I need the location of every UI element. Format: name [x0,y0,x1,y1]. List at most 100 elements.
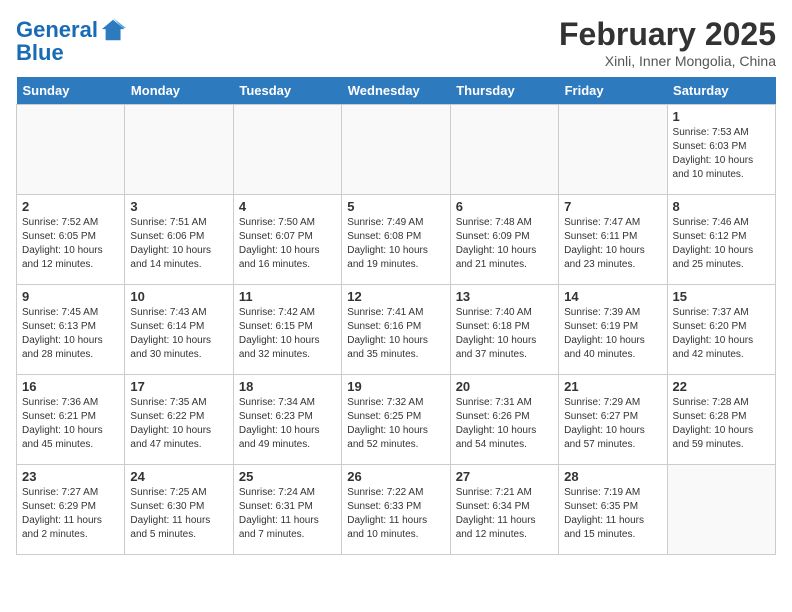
day-number: 5 [347,199,444,214]
weekday-header: Sunday [17,77,125,105]
day-number: 27 [456,469,553,484]
calendar-cell: 16Sunrise: 7:36 AM Sunset: 6:21 PM Dayli… [17,375,125,465]
day-number: 12 [347,289,444,304]
day-info: Sunrise: 7:32 AM Sunset: 6:25 PM Dayligh… [347,396,444,452]
day-info: Sunrise: 7:49 AM Sunset: 6:08 PM Dayligh… [347,216,444,272]
weekday-header: Tuesday [233,77,341,105]
logo-text: General [16,18,98,42]
day-number: 21 [564,379,661,394]
day-number: 25 [239,469,336,484]
day-number: 9 [22,289,119,304]
day-info: Sunrise: 7:28 AM Sunset: 6:28 PM Dayligh… [673,396,770,452]
calendar-cell: 11 Sunrise: 7:42 AM Sunset: 6:15 PM Dayli… [233,285,341,375]
calendar-cell [667,465,775,555]
day-info: Sunrise: 7:40 AM Sunset: 6:18 PM Dayligh… [456,306,553,362]
calendar-cell: 6 Sunrise: 7:48 AM Sunset: 6:09 PM Daylig… [450,195,558,285]
day-number: 22 [673,379,770,394]
day-info: Sunrise: 7:48 AM Sunset: 6:09 PM Dayligh… [456,216,553,272]
calendar-cell: 27 Sunrise: 7:21 AM Sunset: 6:34 PM Dayli… [450,465,558,555]
calendar-cell: 4 Sunrise: 7:50 AM Sunset: 6:07 PM Daylig… [233,195,341,285]
calendar-cell: 25Sunrise: 7:24 AM Sunset: 6:31 PM Dayli… [233,465,341,555]
day-number: 15 [673,289,770,304]
location: Xinli, Inner Mongolia, China [559,53,776,69]
day-number: 14 [564,289,661,304]
day-info: Sunrise: 7:25 AM Sunset: 6:30 PM Dayligh… [130,486,227,542]
calendar-cell: 9 Sunrise: 7:45 AM Sunset: 6:13 PM Daylig… [17,285,125,375]
day-number: 1 [673,109,770,124]
calendar-cell: 3 Sunrise: 7:51 AM Sunset: 6:06 PM Daylig… [125,195,233,285]
calendar-cell: 23 Sunrise: 7:27 AM Sunset: 6:29 PM Dayli… [17,465,125,555]
day-info: Sunrise: 7:43 AM Sunset: 6:14 PM Dayligh… [130,306,227,362]
day-number: 13 [456,289,553,304]
day-info: Sunrise: 7:21 AM Sunset: 6:34 PM Dayligh… [456,486,553,542]
calendar-cell: 22 Sunrise: 7:28 AM Sunset: 6:28 PM Dayli… [667,375,775,465]
day-info: Sunrise: 7:36 AM Sunset: 6:21 PM Dayligh… [22,396,119,452]
calendar-cell [342,105,450,195]
logo: General Blue [16,16,128,66]
calendar-cell: 28 Sunrise: 7:19 AM Sunset: 6:35 PM Dayli… [559,465,667,555]
logo-icon [100,16,128,44]
calendar-cell: 17 Sunrise: 7:35 AM Sunset: 6:22 PM Dayli… [125,375,233,465]
day-number: 3 [130,199,227,214]
calendar-cell [450,105,558,195]
day-number: 10 [130,289,227,304]
calendar-cell [125,105,233,195]
day-info: Sunrise: 7:50 AM Sunset: 6:07 PM Dayligh… [239,216,336,272]
calendar-cell: 15 Sunrise: 7:37 AM Sunset: 6:20 PM Dayli… [667,285,775,375]
weekday-header: Wednesday [342,77,450,105]
day-info: Sunrise: 7:31 AM Sunset: 6:26 PM Dayligh… [456,396,553,452]
day-number: 8 [673,199,770,214]
calendar-cell: 20 Sunrise: 7:31 AM Sunset: 6:26 PM Dayli… [450,375,558,465]
calendar-cell: 2 Sunrise: 7:52 AM Sunset: 6:05 PM Daylig… [17,195,125,285]
day-number: 7 [564,199,661,214]
weekday-header: Thursday [450,77,558,105]
title-area: February 2025 Xinli, Inner Mongolia, Chi… [559,16,776,69]
day-number: 26 [347,469,444,484]
calendar-cell: 5 Sunrise: 7:49 AM Sunset: 6:08 PM Daylig… [342,195,450,285]
calendar-cell: 8 Sunrise: 7:46 AM Sunset: 6:12 PM Daylig… [667,195,775,285]
day-number: 24 [130,469,227,484]
day-info: Sunrise: 7:41 AM Sunset: 6:16 PM Dayligh… [347,306,444,362]
day-number: 17 [130,379,227,394]
day-info: Sunrise: 7:46 AM Sunset: 6:12 PM Dayligh… [673,216,770,272]
weekday-header: Friday [559,77,667,105]
calendar-cell: 18 Sunrise: 7:34 AM Sunset: 6:23 PM Dayli… [233,375,341,465]
page-header: General Blue February 2025 Xinli, Inner … [16,16,776,69]
day-number: 11 [239,289,336,304]
day-number: 19 [347,379,444,394]
day-number: 28 [564,469,661,484]
calendar-cell: 7 Sunrise: 7:47 AM Sunset: 6:11 PM Daylig… [559,195,667,285]
calendar-cell [559,105,667,195]
day-info: Sunrise: 7:29 AM Sunset: 6:27 PM Dayligh… [564,396,661,452]
day-info: Sunrise: 7:52 AM Sunset: 6:05 PM Dayligh… [22,216,119,272]
day-number: 20 [456,379,553,394]
calendar-cell: 24 Sunrise: 7:25 AM Sunset: 6:30 PM Dayli… [125,465,233,555]
day-info: Sunrise: 7:47 AM Sunset: 6:11 PM Dayligh… [564,216,661,272]
day-info: Sunrise: 7:22 AM Sunset: 6:33 PM Dayligh… [347,486,444,542]
day-number: 23 [22,469,119,484]
calendar-cell [233,105,341,195]
weekday-header: Saturday [667,77,775,105]
day-info: Sunrise: 7:51 AM Sunset: 6:06 PM Dayligh… [130,216,227,272]
day-info: Sunrise: 7:42 AM Sunset: 6:15 PM Dayligh… [239,306,336,362]
day-number: 6 [456,199,553,214]
month-title: February 2025 [559,16,776,53]
calendar-cell: 21 Sunrise: 7:29 AM Sunset: 6:27 PM Dayli… [559,375,667,465]
calendar-cell [17,105,125,195]
calendar-cell: 1 Sunrise: 7:53 AM Sunset: 6:03 PM Daylig… [667,105,775,195]
day-info: Sunrise: 7:27 AM Sunset: 6:29 PM Dayligh… [22,486,119,542]
day-info: Sunrise: 7:53 AM Sunset: 6:03 PM Dayligh… [673,126,770,182]
day-number: 18 [239,379,336,394]
weekday-header: Monday [125,77,233,105]
calendar-cell: 13 Sunrise: 7:40 AM Sunset: 6:18 PM Dayli… [450,285,558,375]
day-info: Sunrise: 7:35 AM Sunset: 6:22 PM Dayligh… [130,396,227,452]
calendar-cell: 26 Sunrise: 7:22 AM Sunset: 6:33 PM Dayli… [342,465,450,555]
day-info: Sunrise: 7:45 AM Sunset: 6:13 PM Dayligh… [22,306,119,362]
day-info: Sunrise: 7:34 AM Sunset: 6:23 PM Dayligh… [239,396,336,452]
day-number: 2 [22,199,119,214]
calendar-cell: 14Sunrise: 7:39 AM Sunset: 6:19 PM Dayli… [559,285,667,375]
calendar-cell: 19 Sunrise: 7:32 AM Sunset: 6:25 PM Dayli… [342,375,450,465]
day-info: Sunrise: 7:19 AM Sunset: 6:35 PM Dayligh… [564,486,661,542]
day-number: 4 [239,199,336,214]
day-info: Sunrise: 7:37 AM Sunset: 6:20 PM Dayligh… [673,306,770,362]
